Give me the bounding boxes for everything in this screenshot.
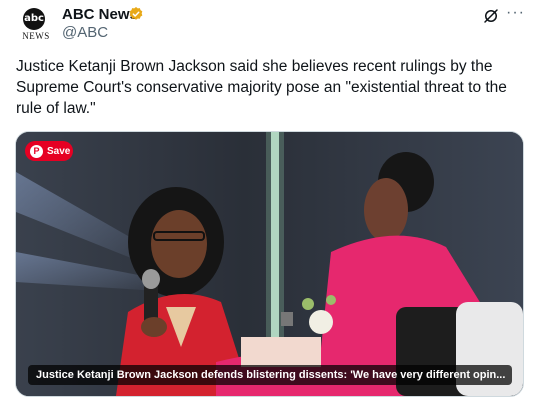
account-name[interactable]: ABC News xyxy=(62,6,138,23)
abc-logo-subtext: NEWS xyxy=(22,31,50,41)
abc-logo: abc xyxy=(23,8,45,30)
pinterest-icon: P xyxy=(30,144,43,158)
avatar[interactable]: abc NEWS xyxy=(16,6,56,46)
account-handle[interactable]: @ABC xyxy=(62,24,108,41)
grok-icon[interactable] xyxy=(482,7,500,25)
verified-badge-icon xyxy=(129,7,143,20)
more-icon[interactable]: ··· xyxy=(506,4,525,22)
save-label: Save xyxy=(47,145,71,157)
media-photo xyxy=(16,132,523,396)
tweet-media[interactable]: P Save Justice Ketanji Brown Jackson def… xyxy=(15,131,524,397)
media-caption: Justice Ketanji Brown Jackson defends bl… xyxy=(28,365,512,385)
tweet-text: Justice Ketanji Brown Jackson said she b… xyxy=(16,58,507,117)
pinterest-save-button[interactable]: P Save xyxy=(25,141,73,161)
